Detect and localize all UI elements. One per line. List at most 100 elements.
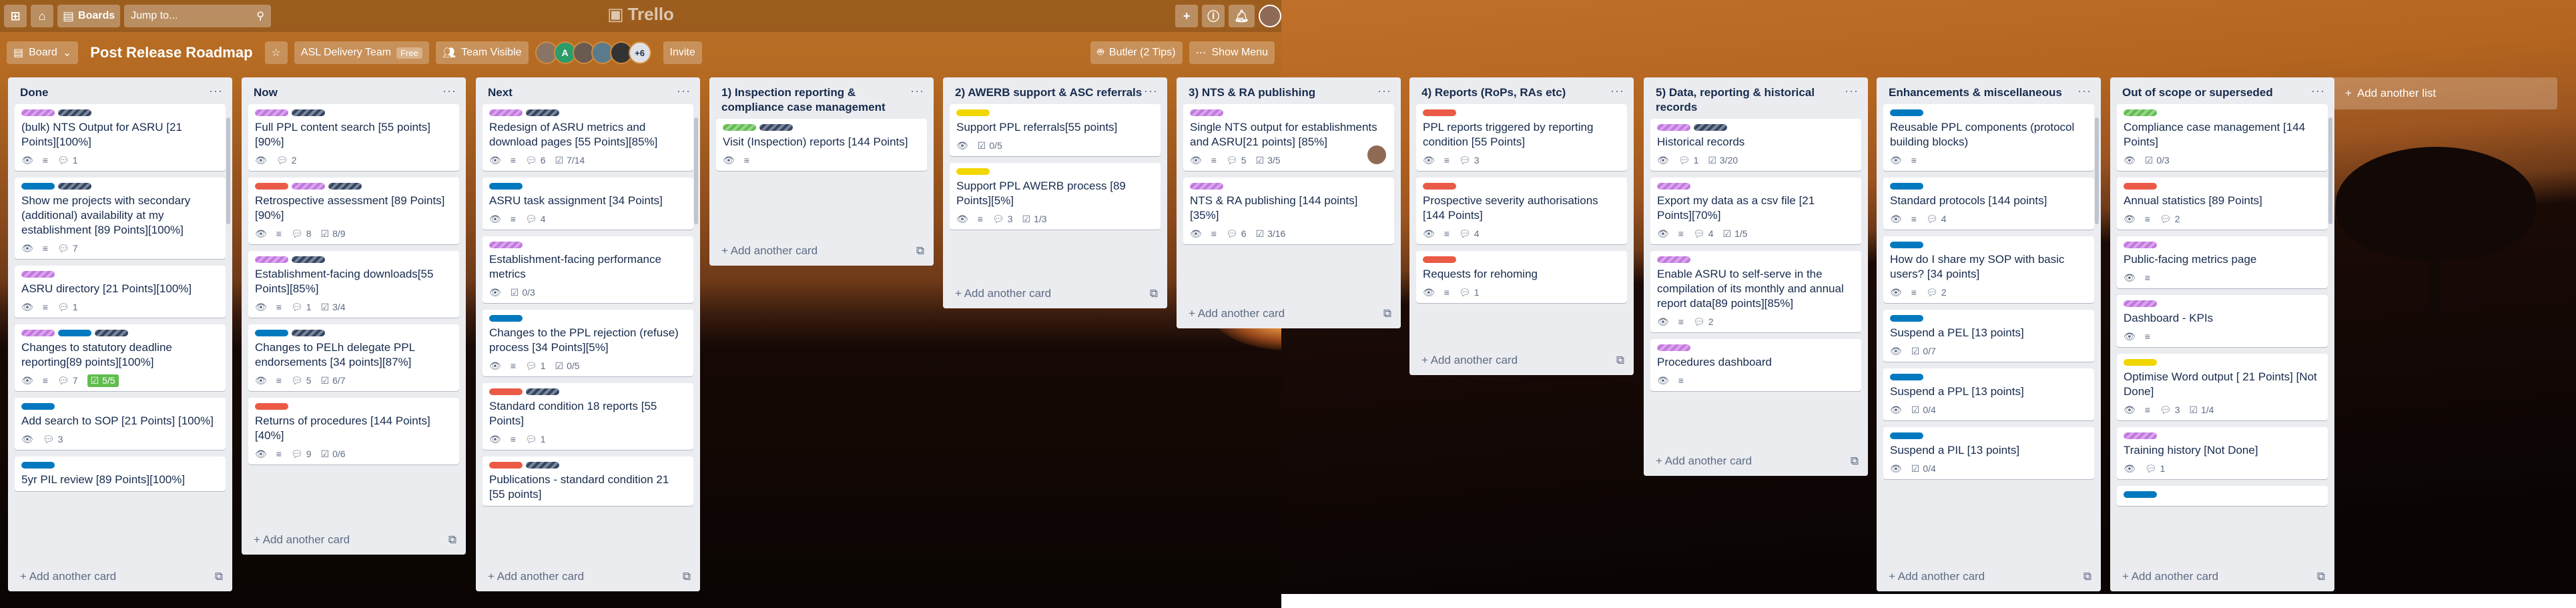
card[interactable]: NTS & RA publishing [144 points] [35%] 👁︎… bbox=[1183, 178, 1394, 244]
list-scrollbar[interactable] bbox=[2095, 117, 2099, 224]
card-template-icon[interactable]: ⧉ bbox=[916, 244, 924, 258]
card[interactable]: PPL reports triggered by reporting condi… bbox=[1416, 104, 1627, 171]
card-label[interactable] bbox=[255, 109, 288, 116]
boards-button[interactable]: ▤ Boards bbox=[57, 5, 121, 27]
card[interactable]: (bulk) NTS Output for ASRU [21 Points][1… bbox=[15, 104, 226, 171]
card[interactable]: Support PPL referrals[55 points] 👁︎ ☑ 0/5 bbox=[950, 104, 1161, 156]
card-member-avatar[interactable] bbox=[1366, 144, 1387, 166]
list-menu-button[interactable]: ··· bbox=[1377, 85, 1391, 97]
team-button[interactable]: ASL Delivery Team Free bbox=[294, 41, 429, 64]
card[interactable]: Changes to the PPL rejection (refuse) pr… bbox=[482, 310, 693, 376]
card-label[interactable] bbox=[1423, 183, 1456, 190]
card-label[interactable] bbox=[1890, 374, 1923, 380]
card-label[interactable] bbox=[1890, 315, 1923, 322]
card-label[interactable] bbox=[1890, 242, 1923, 248]
card[interactable]: Reusable PPL components (protocol buildi… bbox=[1883, 104, 2094, 171]
card-label[interactable] bbox=[489, 315, 523, 322]
list-title[interactable]: 3) NTS & RA publishing bbox=[1189, 85, 1315, 100]
card[interactable]: Annual statistics [89 Points] 👁︎ ≡ 💬︎ 2 bbox=[2117, 178, 2328, 230]
list-scrollbar[interactable] bbox=[2328, 117, 2332, 224]
card-label[interactable] bbox=[255, 183, 288, 190]
card[interactable]: Suspend a PIL [13 points] 👁︎ ☑ 0/4 bbox=[1883, 427, 2094, 479]
card-template-icon[interactable]: ⧉ bbox=[1150, 287, 1158, 300]
card-template-icon[interactable]: ⧉ bbox=[448, 533, 456, 547]
list-title[interactable]: 1) Inspection reporting & compliance cas… bbox=[721, 85, 910, 115]
list-title[interactable]: Done bbox=[20, 85, 49, 100]
card[interactable]: How do I share my SOP with basic users? … bbox=[1883, 236, 2094, 303]
list-menu-button[interactable]: ··· bbox=[1610, 85, 1624, 97]
card-label[interactable] bbox=[21, 403, 55, 410]
list-title[interactable]: Out of scope or superseded bbox=[2122, 85, 2273, 100]
trello-logo[interactable]: ▣ Trello bbox=[607, 4, 674, 25]
add-card-button[interactable]: + Add another card ⧉ bbox=[8, 563, 232, 591]
card-label[interactable] bbox=[1694, 124, 1727, 131]
more-members-badge[interactable]: +6 bbox=[628, 41, 651, 64]
card-label[interactable] bbox=[2124, 242, 2157, 248]
card-template-icon[interactable]: ⧉ bbox=[215, 570, 223, 583]
card-label[interactable] bbox=[489, 242, 523, 248]
card[interactable]: Suspend a PEL [13 points] 👁︎ ☑ 0/7 bbox=[1883, 310, 2094, 362]
card-template-icon[interactable]: ⧉ bbox=[2317, 570, 2325, 583]
board-menu-button[interactable]: ▤ Board ⌄ bbox=[7, 41, 79, 64]
card-label[interactable] bbox=[1190, 109, 1223, 116]
card[interactable]: Historical records 👁︎ 💬︎ 1 ☑ 3/20 bbox=[1650, 119, 1861, 171]
card-label[interactable] bbox=[292, 330, 325, 336]
card-label[interactable] bbox=[328, 183, 362, 190]
invite-button[interactable]: Invite bbox=[663, 41, 702, 64]
add-list-button[interactable]: + Add another list bbox=[2333, 77, 2557, 109]
star-button[interactable]: ☆ bbox=[264, 41, 288, 64]
card[interactable]: Enable ASRU to self-serve in the compila… bbox=[1650, 251, 1861, 332]
card-label[interactable] bbox=[255, 330, 288, 336]
card-label[interactable] bbox=[1657, 124, 1690, 131]
visibility-button[interactable]: 👥︎ Team Visible bbox=[435, 41, 529, 64]
card-label[interactable] bbox=[95, 330, 128, 336]
card-label[interactable] bbox=[21, 109, 55, 116]
card-label[interactable] bbox=[1423, 109, 1456, 116]
card-label[interactable] bbox=[1890, 183, 1923, 190]
card-label[interactable] bbox=[1190, 183, 1223, 190]
card-label[interactable] bbox=[2124, 300, 2157, 307]
card-label[interactable] bbox=[489, 109, 523, 116]
card-label[interactable] bbox=[255, 403, 288, 410]
card-label[interactable] bbox=[489, 462, 523, 469]
card-label[interactable] bbox=[1657, 344, 1690, 351]
list-title[interactable]: 2) AWERB support & ASC referrals bbox=[955, 85, 1142, 100]
card-label[interactable] bbox=[489, 183, 523, 190]
card-label[interactable] bbox=[21, 330, 55, 336]
add-card-button[interactable]: + Add another card ⧉ bbox=[242, 527, 466, 555]
list-menu-button[interactable]: ··· bbox=[442, 85, 456, 97]
card[interactable]: Optimise Word output [ 21 Points] [Not D… bbox=[2117, 354, 2328, 420]
card-label[interactable] bbox=[58, 109, 91, 116]
add-card-button[interactable]: + Add another card ⧉ bbox=[1177, 300, 1401, 328]
card[interactable]: Returns of procedures [144 Points] [40%]… bbox=[248, 398, 459, 465]
card[interactable]: Standard condition 18 reports [55 Points… bbox=[482, 383, 693, 450]
notifications-button[interactable]: 🔔︎ bbox=[1229, 5, 1255, 27]
card[interactable]: Add search to SOP [21 Points] [100%] 👁︎ 💬︎… bbox=[15, 398, 226, 450]
list-scrollbar[interactable] bbox=[226, 117, 230, 224]
info-button[interactable]: ⓘ bbox=[1202, 5, 1225, 27]
card[interactable]: Establishment-facing downloads[55 Points… bbox=[248, 251, 459, 318]
card[interactable] bbox=[2117, 486, 2328, 506]
card-label[interactable] bbox=[58, 330, 91, 336]
create-button[interactable]: + bbox=[1175, 5, 1199, 27]
card[interactable]: Procedures dashboard 👁︎ ≡ bbox=[1650, 339, 1861, 391]
list-title[interactable]: Enhancements & miscellaneous bbox=[1889, 85, 2062, 100]
card-label[interactable] bbox=[2124, 359, 2157, 366]
card-template-icon[interactable]: ⧉ bbox=[683, 570, 691, 583]
card-label[interactable] bbox=[526, 109, 559, 116]
card[interactable]: Standard protocols [144 points] 👁︎ ≡ 💬︎ 4 bbox=[1883, 178, 2094, 230]
card-label[interactable] bbox=[526, 462, 559, 469]
card[interactable]: Redesign of ASRU metrics and download pa… bbox=[482, 104, 693, 171]
card[interactable]: 5yr PIL review [89 Points][100%] bbox=[15, 457, 226, 491]
card[interactable]: Publications - standard condition 21 [55… bbox=[482, 457, 693, 506]
card-label[interactable] bbox=[255, 256, 288, 263]
card[interactable]: Suspend a PPL [13 points] 👁︎ ☑ 0/4 bbox=[1883, 368, 2094, 420]
card-label[interactable] bbox=[526, 388, 559, 395]
card[interactable]: Establishment-facing performance metrics… bbox=[482, 236, 693, 303]
card-label[interactable] bbox=[1657, 183, 1690, 190]
add-card-button[interactable]: + Add another card ⧉ bbox=[943, 280, 1167, 308]
add-card-button[interactable]: + Add another card ⧉ bbox=[1644, 448, 1868, 476]
add-card-button[interactable]: + Add another card ⧉ bbox=[1409, 347, 1634, 375]
add-card-button[interactable]: + Add another card ⧉ bbox=[709, 238, 934, 266]
list-scrollbar[interactable] bbox=[694, 117, 698, 224]
